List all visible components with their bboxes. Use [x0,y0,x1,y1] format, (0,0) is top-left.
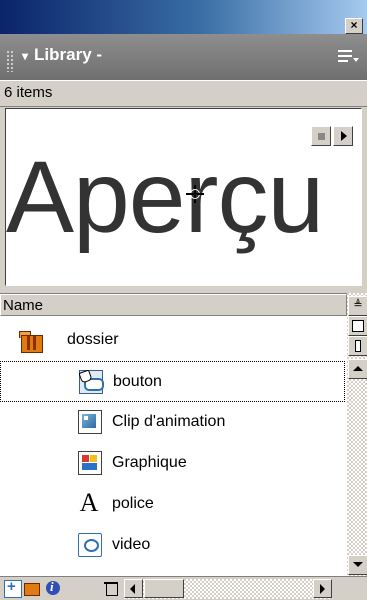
video-icon [78,533,102,557]
list-item-clip[interactable]: Clip d'animation [0,402,345,443]
preview-pane: Aperçu [5,108,362,286]
collapse-arrow-icon[interactable]: ▾ [22,49,28,63]
properties-icon[interactable] [45,579,61,596]
list-item-bouton[interactable]: bouton [0,361,345,402]
scroll-up-arrow-icon[interactable] [348,359,367,379]
list-item-label: Clip d'animation [112,413,226,430]
list-item-police[interactable]: A police [0,484,345,525]
list-item-label: bouton [113,373,162,390]
list-item-label: Graphique [112,454,187,471]
sort-order-button[interactable]: ≜ [348,296,367,316]
narrow-view-button[interactable] [348,336,367,356]
movie-clip-icon [78,410,102,434]
library-list: Name dossier bouton Clip d'animation Gra… [0,293,367,576]
list-item-dossier[interactable]: dossier [0,320,345,361]
scroll-right-arrow-icon[interactable] [313,579,332,598]
window-titlebar: × [0,0,367,34]
wide-view-button[interactable] [348,316,367,336]
status-bar: 6 items [0,80,367,107]
preview-text: Aperçu [6,140,324,254]
column-header-name[interactable]: Name [0,294,347,316]
vertical-scrollbar[interactable]: ≜ [347,293,367,576]
close-button[interactable]: × [345,18,363,34]
list-item-video[interactable]: video [0,525,345,566]
new-folder-icon[interactable] [24,580,40,596]
play-button[interactable] [333,126,353,146]
registration-point-icon [186,185,204,203]
button-symbol-icon [78,369,104,394]
column-header-label: Name [3,297,44,314]
item-count: 6 items [4,84,53,101]
panel-title[interactable]: ▾ Library - [22,45,102,65]
options-menu-icon[interactable] [338,48,360,66]
folder-icon [19,331,43,353]
panel-header[interactable]: ▾ Library - [0,34,367,80]
list-item-label: dossier [67,331,119,348]
stop-button[interactable] [311,126,331,146]
drag-grip-icon[interactable] [6,50,14,72]
panel-title-label: Library - [34,45,103,64]
font-icon: A [79,488,99,517]
scroll-left-arrow-icon[interactable] [124,579,143,598]
new-symbol-icon[interactable] [4,578,22,598]
bottom-toolbar [0,576,367,600]
scroll-down-arrow-icon[interactable] [348,555,367,575]
trash-icon[interactable] [103,580,119,596]
list-item-label: police [112,495,154,512]
graphic-symbol-icon [78,451,102,475]
list-item-graphique[interactable]: Graphique [0,443,345,484]
horizontal-scrollbar[interactable] [124,579,332,599]
scroll-thumb[interactable] [144,579,184,598]
close-icon: × [350,18,358,32]
list-item-label: video [112,536,151,553]
